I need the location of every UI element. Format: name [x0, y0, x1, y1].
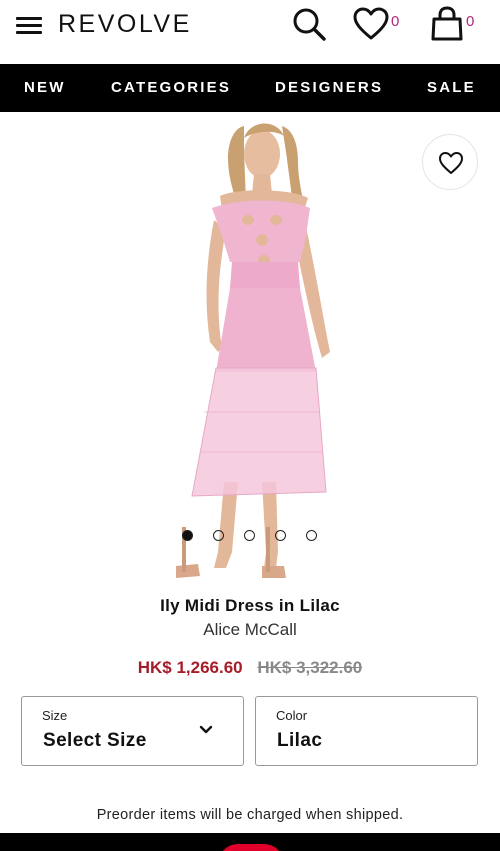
- hamburger-icon[interactable]: [16, 15, 44, 37]
- top-header: REVOLVE 0 0: [0, 0, 500, 64]
- designer-link[interactable]: Alice McCall: [0, 620, 500, 640]
- nav-item-new[interactable]: NEW: [24, 79, 66, 96]
- sale-price: HK$ 1,266.60: [137, 658, 243, 677]
- heart-outline-icon: [439, 152, 463, 174]
- nav-item-sale[interactable]: SALE: [427, 79, 476, 96]
- add-to-favorites-button[interactable]: [422, 134, 478, 190]
- color-select-value: Lilac: [277, 730, 323, 751]
- revolve-logo[interactable]: REVOLVE: [58, 10, 192, 39]
- bag-count: 0: [466, 13, 475, 30]
- price-row: HK$ 1,266.60 HK$ 3,322.60: [0, 658, 500, 678]
- product-image: [176, 123, 330, 578]
- color-select-label: Color: [276, 708, 308, 723]
- carousel-indicators: [182, 530, 322, 544]
- carousel-dot-1[interactable]: [182, 530, 193, 541]
- chevron-down-icon: [199, 725, 213, 734]
- shopping-bag-icon[interactable]: [430, 6, 464, 42]
- carousel-dot-4[interactable]: [275, 530, 286, 541]
- carousel-dot-5[interactable]: [306, 530, 317, 541]
- search-icon[interactable]: [291, 6, 327, 42]
- wishlist-count: 0: [391, 13, 400, 30]
- product-image-gallery[interactable]: [0, 112, 500, 582]
- category-nav: NEW CATEGORIES DESIGNERS SALE: [0, 64, 500, 112]
- carousel-dot-3[interactable]: [244, 530, 255, 541]
- wishlist-heart-icon[interactable]: [352, 6, 390, 42]
- carousel-dot-2[interactable]: [213, 530, 224, 541]
- original-price: HK$ 3,322.60: [257, 658, 363, 677]
- nav-item-designers[interactable]: DESIGNERS: [275, 79, 383, 96]
- preorder-notice: Preorder items will be charged when ship…: [96, 807, 404, 823]
- color-select[interactable]: Color Lilac: [255, 696, 478, 766]
- size-select-value: Select Size: [43, 730, 147, 751]
- size-select[interactable]: Size Select Size: [21, 696, 244, 766]
- nav-item-categories[interactable]: CATEGORIES: [111, 79, 231, 96]
- size-select-label: Size: [42, 708, 68, 723]
- product-title: Ily Midi Dress in Lilac: [160, 596, 340, 615]
